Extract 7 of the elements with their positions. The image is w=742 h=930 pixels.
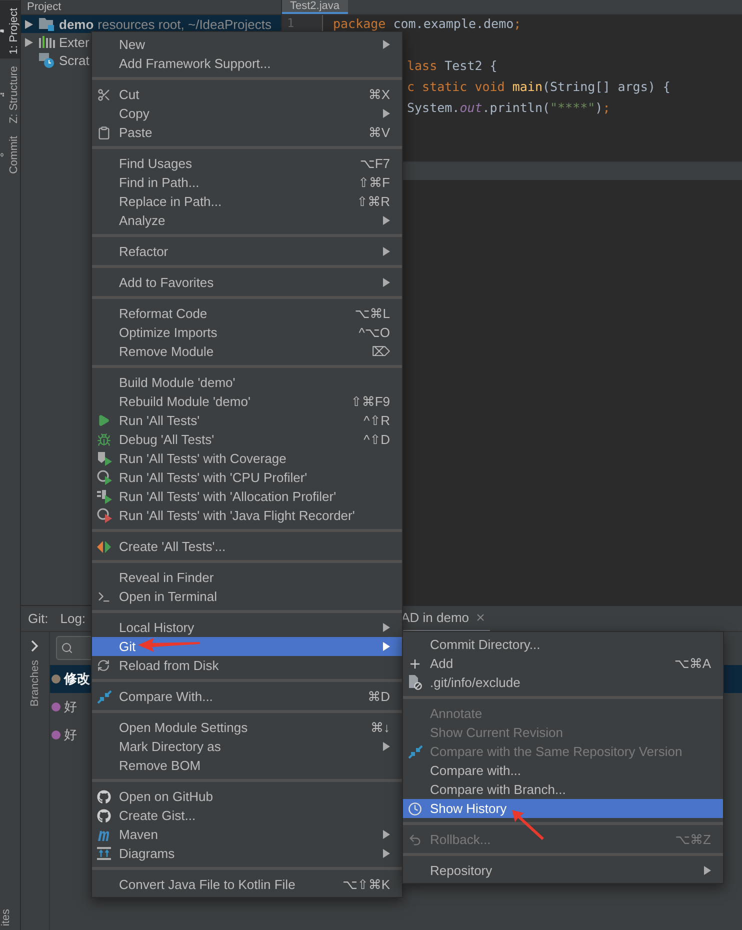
code-line: lass Test2 { (407, 57, 498, 75)
panel-label: Log: (60, 611, 86, 626)
code-line: package com.example.demo; (333, 15, 522, 33)
code-line: System.out.println("****"); (407, 99, 612, 117)
tree-note: resources root, ~/IdeaProjects (98, 16, 272, 32)
panel-label: Git: (28, 611, 48, 626)
code-line: c static void main(String[] args) { (407, 78, 670, 96)
